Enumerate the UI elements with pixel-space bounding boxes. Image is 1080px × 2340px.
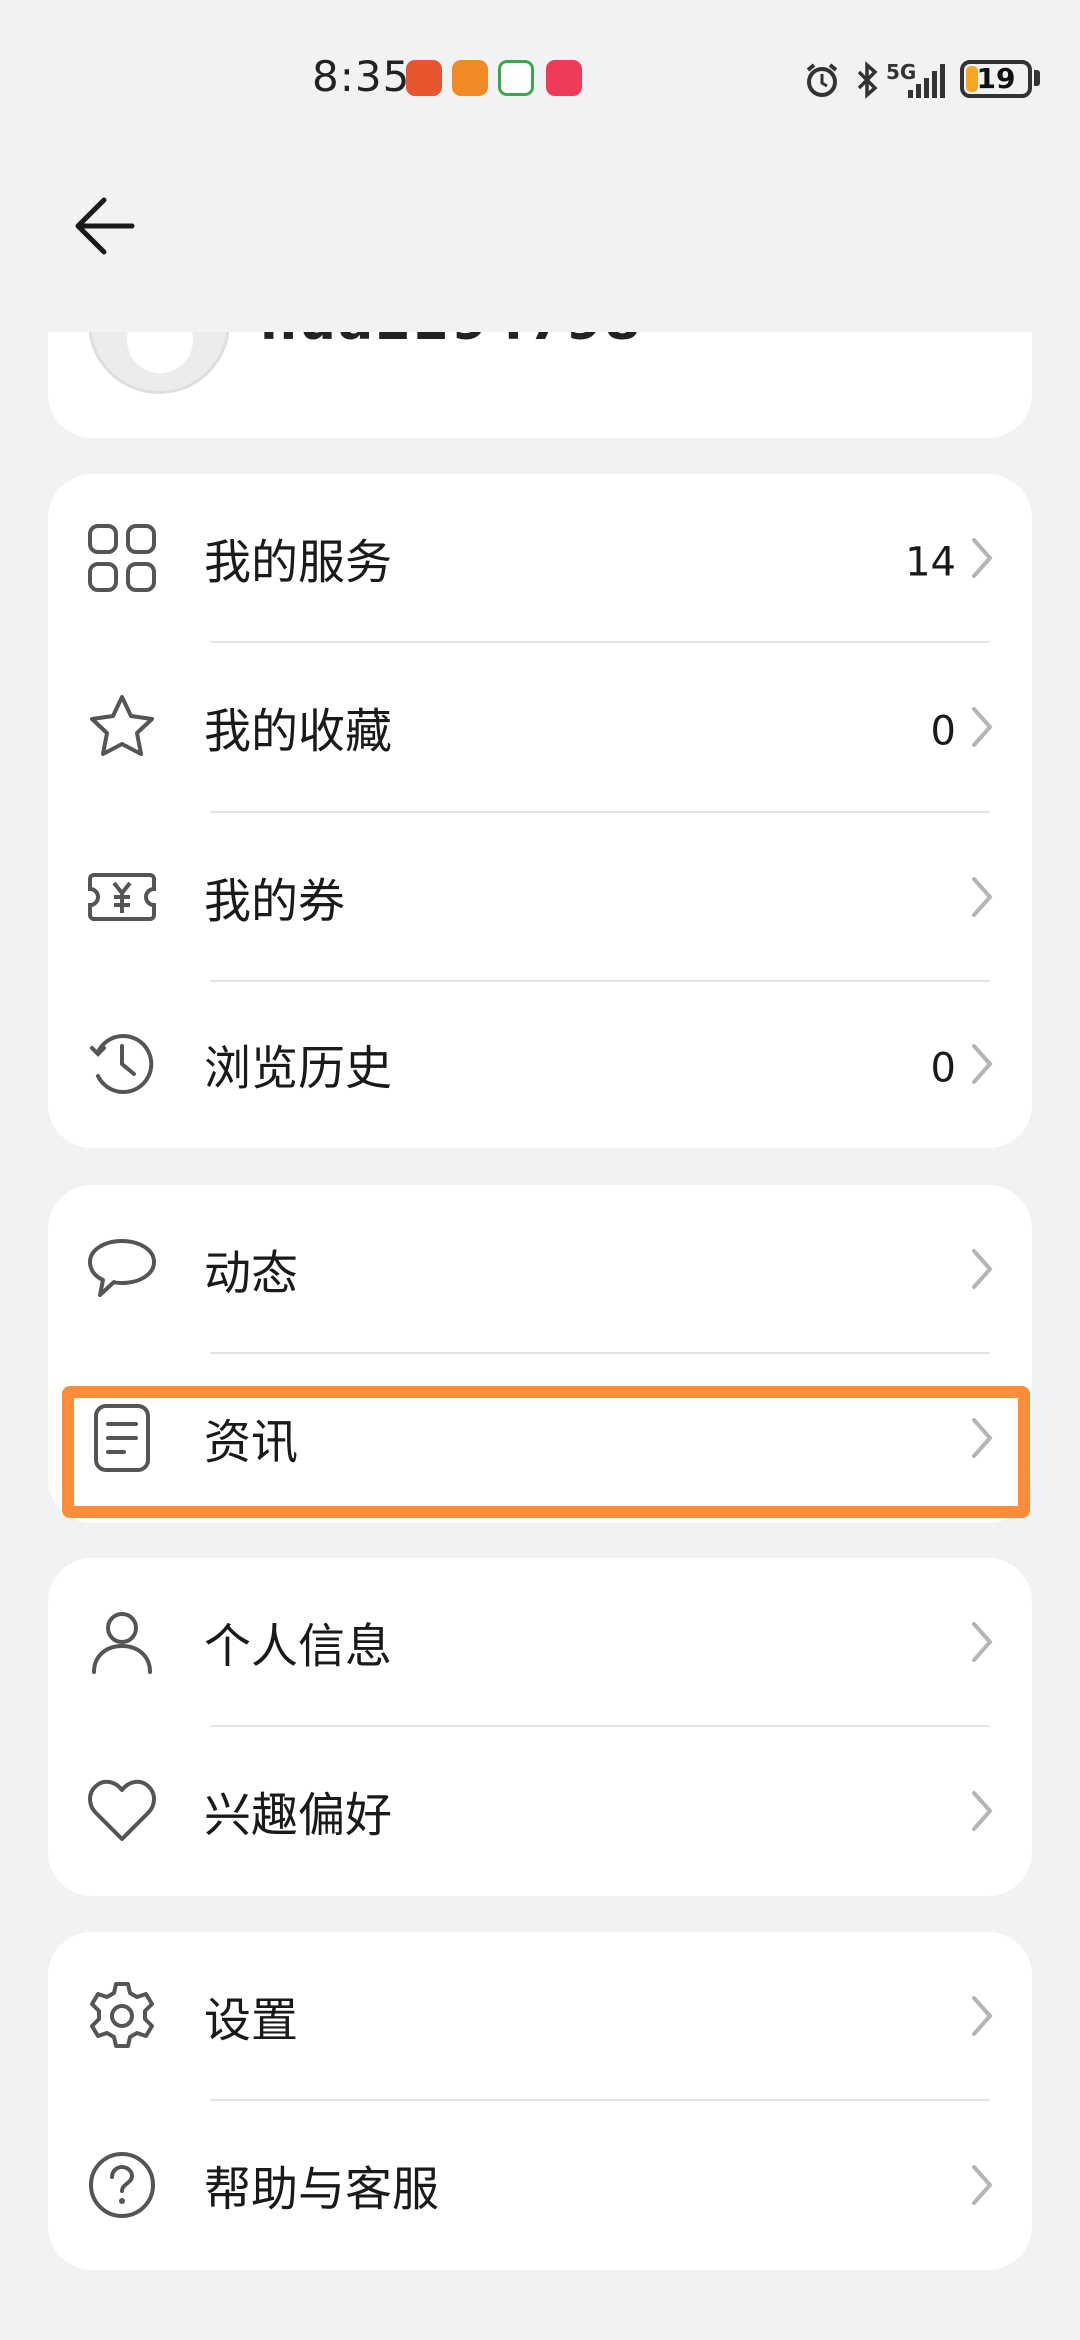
star-icon [84, 689, 160, 765]
row-my-services[interactable]: 我的服务 14 [48, 474, 1032, 642]
history-icon [84, 1026, 160, 1102]
chevron-right-icon [972, 1044, 992, 1084]
bluetooth-icon [857, 61, 878, 99]
row-help[interactable]: 帮助与客服 [48, 2101, 1032, 2269]
status-time: 8:35 [312, 52, 411, 101]
chevron-right-icon [972, 1791, 992, 1831]
row-label: 兴趣偏好 [204, 1788, 392, 1844]
row-settings[interactable]: 设置 [48, 1932, 1032, 2100]
grid-icon [84, 520, 160, 596]
chevron-right-icon [972, 877, 992, 917]
heart-icon [84, 1773, 160, 1849]
row-interests[interactable]: 兴趣偏好 [48, 1727, 1032, 1895]
settings-group: 设置 帮助与客服 [48, 1932, 1032, 2270]
row-my-coupons[interactable]: 我的券 [48, 813, 1032, 981]
battery-tip [1034, 70, 1040, 86]
signal-icon [908, 64, 945, 98]
avatar[interactable] [88, 332, 230, 394]
row-label: 我的券 [204, 874, 345, 930]
chevron-right-icon [972, 1249, 992, 1289]
row-label: 动态 [204, 1246, 298, 1302]
gear-icon [84, 1978, 160, 2054]
row-count: 0 [930, 1045, 956, 1092]
chevron-right-icon [972, 707, 992, 747]
chat-bubble-icon [84, 1231, 160, 1307]
row-browsing-history[interactable]: 浏览历史 0 [48, 980, 1032, 1148]
row-label: 设置 [204, 1993, 298, 2049]
arrow-left-icon [75, 197, 135, 255]
row-count: 0 [930, 708, 956, 755]
app-badge-chat-icon [498, 60, 534, 96]
coupon-icon [84, 859, 160, 935]
help-icon [84, 2147, 160, 2223]
chevron-right-icon [972, 1622, 992, 1662]
row-label: 浏览历史 [204, 1041, 392, 1097]
alarm-icon [806, 63, 838, 97]
row-feed[interactable]: 动态 [48, 1185, 1032, 1353]
chevron-right-icon [972, 2165, 992, 2205]
highlight-box [62, 1386, 1030, 1518]
row-label: 我的服务 [204, 535, 392, 591]
status-bar: 8:35 5G 19 [0, 0, 1080, 160]
services-group: 我的服务 14 我的收藏 0 我的券 浏览历史 0 [48, 474, 1032, 1148]
person-icon [84, 1604, 160, 1680]
row-label: 个人信息 [204, 1619, 392, 1675]
username: hua2294798 [260, 332, 642, 352]
row-personal-info[interactable]: 个人信息 [48, 1558, 1032, 1726]
app-badge-pink-icon [546, 60, 582, 96]
profile-card[interactable]: hua2294798 [48, 332, 1032, 438]
app-badge-red-icon [406, 60, 442, 96]
battery-level: 19 [976, 62, 1016, 95]
row-my-favorites[interactable]: 我的收藏 0 [48, 643, 1032, 811]
profile-group: 个人信息 兴趣偏好 [48, 1558, 1032, 1896]
app-badge-orange-icon [452, 60, 488, 96]
row-count: 14 [905, 539, 956, 586]
row-label: 帮助与客服 [204, 2162, 439, 2218]
battery-icon: 19 [960, 60, 1032, 98]
chevron-right-icon [972, 1996, 992, 2036]
back-button[interactable] [68, 186, 148, 266]
row-label: 我的收藏 [204, 704, 392, 760]
chevron-right-icon [972, 538, 992, 578]
